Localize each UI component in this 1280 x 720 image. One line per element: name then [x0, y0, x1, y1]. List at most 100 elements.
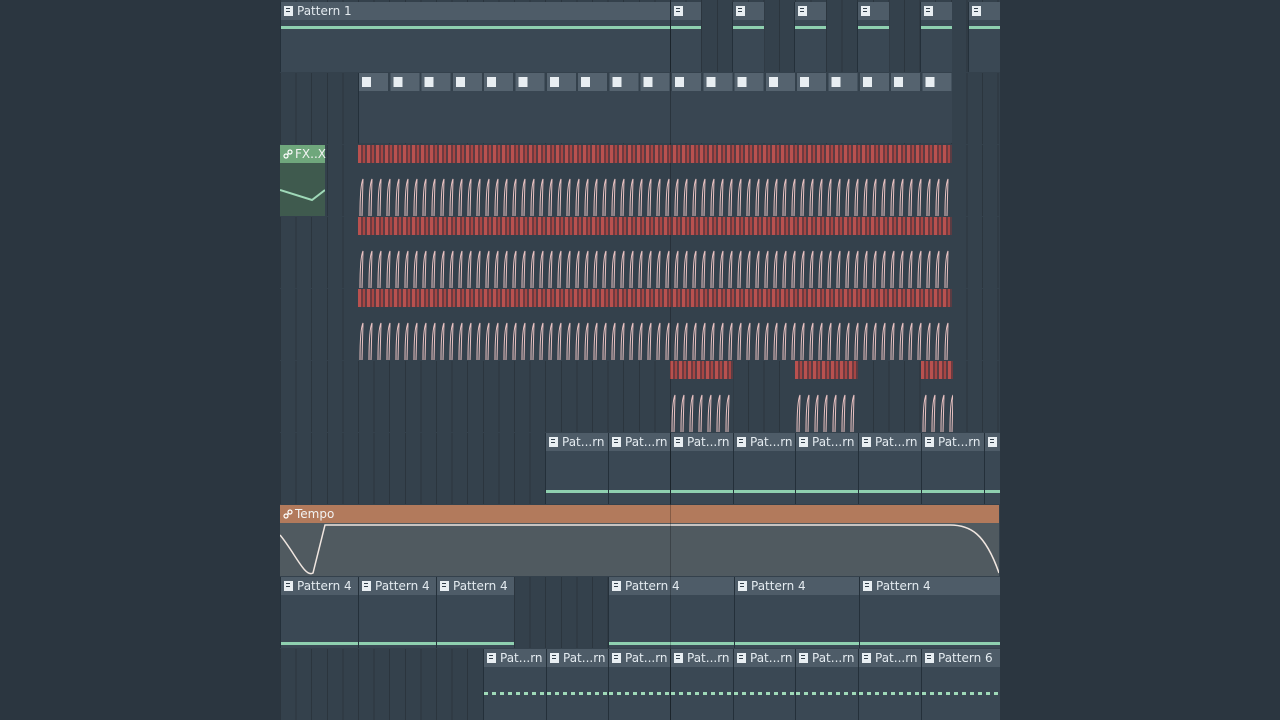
- pattern-clip[interactable]: Pattern 4: [358, 577, 436, 648]
- clip-label: Pat...rn 6: [625, 651, 670, 665]
- playlist-area[interactable]: Pattern 1 FX..X Pat...rn Pat...rn Pat...…: [280, 0, 1000, 720]
- pattern-clip-icon: [862, 653, 871, 663]
- pattern-clip-icon: [674, 653, 683, 663]
- pattern-clip-icon: [799, 653, 808, 663]
- pattern-clip[interactable]: Pattern 4: [734, 577, 859, 648]
- pattern-clip-icon: [550, 653, 559, 663]
- pattern-clip[interactable]: Pat...rn 6: [608, 649, 670, 720]
- pattern-clip-icon: [674, 6, 683, 16]
- track-3: FX..X: [280, 145, 1000, 216]
- pattern-clip[interactable]: [794, 2, 826, 72]
- track-4: [280, 217, 1000, 288]
- pattern-clip[interactable]: Pat...rn 5: [608, 433, 670, 504]
- notes-clip[interactable]: [795, 361, 858, 432]
- pattern-clip[interactable]: Pat...rn 5: [545, 433, 608, 504]
- notes-waveforms: [358, 163, 952, 216]
- pattern-clip-icon: [737, 653, 746, 663]
- pattern-clip-icon: [972, 6, 981, 16]
- track-1: Pattern 1: [280, 0, 1000, 72]
- pattern-clip[interactable]: Pat...rn 6: [670, 649, 733, 720]
- pattern-clip-icon: [362, 581, 371, 591]
- clip-label: Pat...rn 6: [563, 651, 608, 665]
- pattern-clip[interactable]: Pattern 4: [280, 577, 358, 648]
- clip-label: Pat...rn 5: [625, 435, 670, 449]
- pattern-clip-icon: [674, 437, 683, 447]
- pattern-clip[interactable]: Pat...rn 6: [483, 649, 546, 720]
- pattern-clip[interactable]: Pat...rn 5: [795, 433, 858, 504]
- automation-clip-fx[interactable]: FX..X: [280, 145, 326, 216]
- clip-label: Pat...rn 5: [687, 435, 733, 449]
- pattern-clip[interactable]: Pattern 1: [280, 2, 670, 72]
- clip-label: Pattern 4: [375, 579, 430, 593]
- pattern-clip[interactable]: [920, 2, 952, 72]
- notes-waveforms: [795, 379, 858, 432]
- pattern-clip-icon: [863, 581, 872, 591]
- pattern-clip-icon: [612, 581, 621, 591]
- pattern-clip[interactable]: Pat...rn 6: [546, 649, 608, 720]
- pattern-clip[interactable]: Pat...rn 6: [733, 649, 795, 720]
- clip-label: Pat...rn 6: [500, 651, 546, 665]
- clip-label: Pattern 4: [625, 579, 680, 593]
- pattern-clip-icon: [284, 581, 293, 591]
- pattern-clip-icon: [736, 6, 745, 16]
- pattern-clip[interactable]: [670, 2, 701, 72]
- notes-waveforms: [670, 379, 733, 432]
- notes-clip[interactable]: [358, 145, 952, 216]
- clip-label: Pattern 4: [297, 579, 352, 593]
- pattern-clip[interactable]: Pat...rn 6: [858, 649, 921, 720]
- pattern-clip[interactable]: Pat...rn 5: [733, 433, 795, 504]
- notes-clip[interactable]: [358, 289, 952, 360]
- clip-label: Pat...rn 5: [938, 435, 984, 449]
- notes-waveforms: [358, 235, 952, 288]
- clip-label: Pat...rn 6: [687, 651, 733, 665]
- automation-label: FX..X: [295, 147, 326, 161]
- tempo-curve: [280, 524, 999, 575]
- pattern-clip[interactable]: [968, 2, 1000, 72]
- notes-waveforms: [358, 307, 952, 360]
- automation-clip-tempo[interactable]: Tempo: [280, 505, 999, 576]
- pattern-clip-icon: [861, 6, 870, 16]
- pattern-clip-row[interactable]: [358, 73, 952, 143]
- pattern-clip[interactable]: Pattern 4: [608, 577, 734, 648]
- notes-clip[interactable]: [358, 217, 952, 288]
- pattern-clip-icon: [799, 437, 808, 447]
- automation-curve: [280, 189, 325, 202]
- notes-clip[interactable]: [670, 361, 733, 432]
- clip-label: Pat...rn 5: [750, 435, 795, 449]
- automation-label: Tempo: [295, 507, 335, 521]
- pattern-clip-icon: [925, 437, 934, 447]
- pattern-clip[interactable]: Pattern 4: [436, 577, 514, 648]
- pattern-clip-icon: [798, 6, 807, 16]
- clip-icons: [359, 73, 952, 91]
- pattern-clip-icon: [988, 437, 997, 447]
- pattern-clip[interactable]: Pat...rn 5: [670, 433, 733, 504]
- pattern-clip-icon: [924, 6, 933, 16]
- pattern-clip[interactable]: Pat...rn 5: [858, 433, 921, 504]
- clip-label: Pattern 4: [876, 579, 931, 593]
- pattern-clip[interactable]: Pat...rn 6: [795, 649, 858, 720]
- track-2: [280, 73, 1000, 144]
- playhead-marker[interactable]: [670, 0, 671, 720]
- track-10: Pat...rn 6 Pat...rn 6 Pat...rn 6 Pat...r…: [280, 649, 1000, 720]
- notes-waveforms: [921, 379, 953, 432]
- pattern-clip-icon: [925, 653, 934, 663]
- track-tempo: Tempo: [280, 505, 1000, 576]
- pattern-clip-icon: [440, 581, 449, 591]
- track-7: Pat...rn 5 Pat...rn 5 Pat...rn 5 Pat...r…: [280, 433, 1000, 504]
- automation-knob-icon: [283, 509, 293, 519]
- pattern-clip[interactable]: Pat...rn 5: [921, 433, 984, 504]
- pattern-clip-icon: [284, 6, 293, 16]
- pattern-clip-icon: [612, 437, 621, 447]
- pattern-clip[interactable]: Pattern 6: [921, 649, 1000, 720]
- pattern-clip-icon: [862, 437, 871, 447]
- clip-label: Pattern 4: [751, 579, 806, 593]
- clip-label: Pat...rn 5: [875, 435, 921, 449]
- notes-clip[interactable]: [921, 361, 953, 432]
- pattern-clip[interactable]: [984, 433, 1000, 504]
- pattern-clip[interactable]: [732, 2, 764, 72]
- clip-label: Pat...rn 5: [812, 435, 858, 449]
- clip-label: Pat...rn 5: [562, 435, 608, 449]
- pattern-clip[interactable]: [857, 2, 889, 72]
- pattern-clip[interactable]: Pattern 4: [859, 577, 1000, 648]
- clip-label: Pat...rn 6: [875, 651, 921, 665]
